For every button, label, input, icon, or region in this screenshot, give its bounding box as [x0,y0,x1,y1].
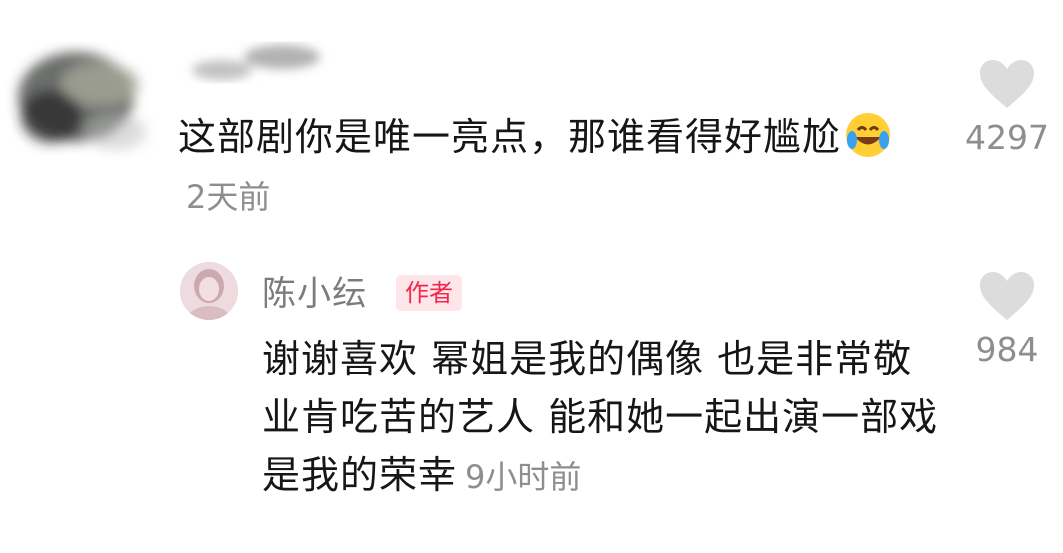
redacted-username[interactable] [182,32,332,92]
reply-username[interactable]: 陈小纭 [262,266,367,315]
comment-text: 这部剧你是唯一亮点，那谁看得好尴尬 [178,115,842,159]
comment-like[interactable]: 4297 [952,58,1062,157]
reply-body: 谢谢喜欢 幂姐是我的偶像 也是非常敬业肯吃苦的艺人 能和她一起出演一部戏是我的荣… [262,330,942,506]
like-count: 984 [975,330,1039,369]
heart-icon[interactable] [978,270,1036,322]
redacted-avatar[interactable] [6,22,156,162]
comment-time: 2天前 [186,178,271,216]
like-count: 4297 [965,118,1049,157]
reply-like[interactable]: 984 [952,270,1062,369]
author-badge: 作者 [396,275,462,311]
heart-icon[interactable] [978,58,1036,110]
reply-text: 谢谢喜欢 幂姐是我的偶像 也是非常敬业肯吃苦的艺人 能和她一起出演一部戏是我的荣… [262,337,939,497]
reply-time: 9小时前 [465,458,582,496]
laughing-tears-emoji-icon [846,113,891,157]
avatar-image [180,262,238,320]
avatar[interactable] [180,262,238,320]
comment-body: 这部剧你是唯一亮点，那谁看得好尴尬 2天前 [178,108,918,226]
